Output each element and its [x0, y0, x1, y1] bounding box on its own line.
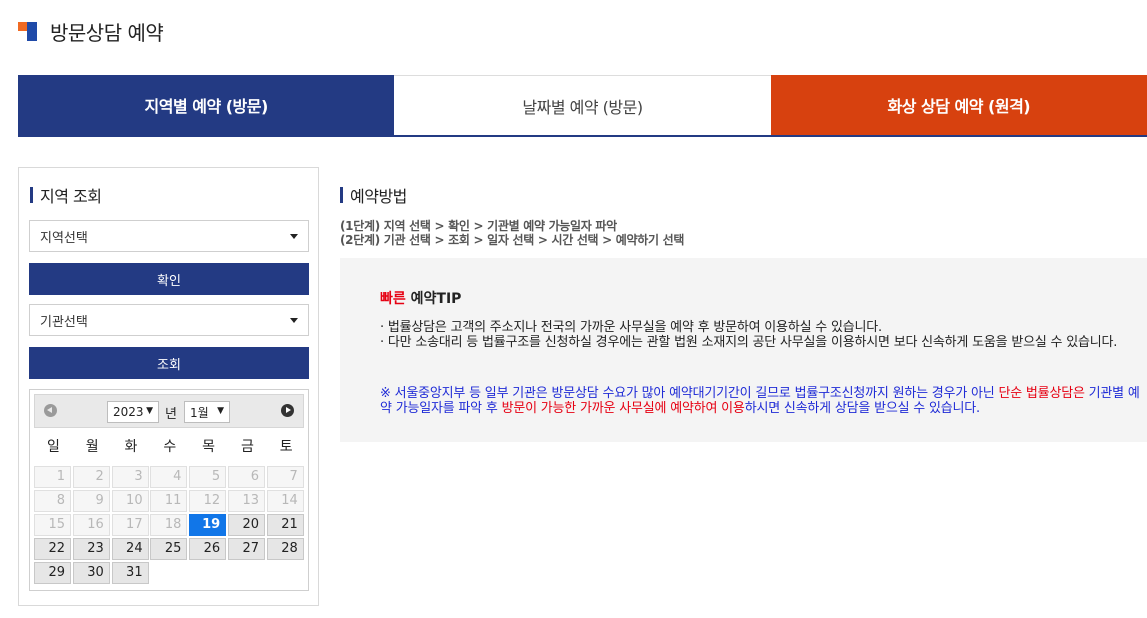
tip-line-2: · 다만 소송대리 등 법률구조를 신청하실 경우에는 관할 법원 소재지의 공… — [380, 335, 1118, 350]
tip-title-rest: 예약TIP — [405, 291, 462, 307]
calendar-day: 7 — [266, 466, 304, 488]
calendar-day: 15 — [34, 514, 71, 536]
reservation-tip-box: 빠른 예약TIP · 법률상담은 고객의 주소지나 전국의 가까운 사무실을 예… — [340, 258, 1147, 442]
calendar-day[interactable]: 21 — [266, 514, 304, 536]
calendar-day: 18 — [150, 514, 188, 536]
calendar-day: 10 — [111, 490, 149, 512]
weekday-label: 화 — [124, 439, 138, 455]
next-month-icon[interactable] — [281, 404, 294, 417]
month-select-value: 1월 — [190, 405, 209, 420]
caret-down-icon — [290, 318, 298, 323]
title-bar-icon — [30, 187, 33, 203]
region-search-panel: 지역 조회 지역선택 확인 기관선택 조회 2023 ▼ 년 1월 ▼ 일 월 … — [18, 167, 319, 606]
calendar-day: 11 — [150, 490, 188, 512]
reservation-tabs: 지역별 예약 (방문) 날짜별 예약 (방문) 화상 상담 예약 (원격) — [18, 75, 1147, 137]
tip-note-part-2: 단순 법률상담은 — [998, 386, 1085, 401]
confirm-button[interactable]: 확인 — [29, 263, 309, 295]
weekday-label: 일 — [46, 439, 60, 455]
region-select[interactable]: 지역선택 — [29, 220, 309, 252]
region-select-value: 지역선택 — [40, 230, 88, 246]
tab-video-remote[interactable]: 화상 상담 예약 (원격) — [770, 75, 1147, 135]
reservation-steps: (1단계) 지역 선택 > 확인 > 기관별 예약 가능일자 파악 (2단계) … — [340, 219, 684, 247]
weekday-label: 토 — [279, 439, 293, 455]
calendar-day[interactable]: 26 — [189, 538, 227, 560]
calendar-day: 16 — [72, 514, 110, 536]
tip-note-part-5: 하시면 신속하게 상담을 받으실 수 있습니다. — [744, 401, 980, 416]
weekday-label: 수 — [163, 439, 177, 455]
agency-select[interactable]: 기관선택 — [29, 304, 309, 336]
agency-select-value: 기관선택 — [40, 314, 88, 330]
calendar-day: 9 — [72, 490, 110, 512]
page-title: 방문상담 예약 — [50, 20, 164, 45]
search-button[interactable]: 조회 — [29, 347, 309, 379]
calendar-days-grid: 1 2 3 4 5 6 7 8 9 10 11 12 13 14 15 16 17 18 19 20 21 22 23 24 2… — [34, 466, 306, 584]
date-picker-calendar: 2023 ▼ 년 1월 ▼ 일 월 화 수 목 금 토 1 2 3 4 5 6 7 8 9 10 1… — [29, 389, 309, 591]
reservation-method-title-text: 예약방법 — [350, 187, 407, 206]
calendar-day[interactable]: 23 — [72, 538, 110, 560]
calendar-day[interactable]: 24 — [111, 538, 149, 560]
month-select[interactable]: 1월 ▼ — [184, 401, 230, 423]
tip-note: ※ 서울중앙지부 등 일부 기관은 방문상담 수요가 많아 예약대기기간이 길므… — [380, 386, 1140, 416]
tip-title: 빠른 예약TIP — [380, 288, 461, 308]
tab-date-visit[interactable]: 날짜별 예약 (방문) — [394, 75, 771, 135]
year-suffix-label: 년 — [165, 407, 177, 422]
region-search-title-text: 지역 조회 — [40, 187, 102, 206]
calendar-day[interactable]: 30 — [72, 562, 110, 584]
calendar-day[interactable]: 27 — [227, 538, 265, 560]
calendar-day: 5 — [189, 466, 227, 488]
weekday-label: 목 — [202, 439, 216, 455]
calendar-day-today[interactable]: 19 — [189, 514, 227, 536]
tab-region-visit[interactable]: 지역별 예약 (방문) — [18, 75, 395, 135]
weekday-label: 금 — [240, 439, 254, 455]
calendar-day: 17 — [111, 514, 149, 536]
calendar-day: 12 — [189, 490, 227, 512]
chevron-down-icon: ▼ — [217, 406, 224, 416]
calendar-day[interactable]: 29 — [34, 562, 71, 584]
year-select[interactable]: 2023 ▼ — [107, 401, 159, 423]
calendar-day[interactable]: 25 — [150, 538, 188, 560]
tip-title-highlight: 빠른 — [380, 291, 406, 307]
tip-note-part-4: 방문이 가능한 가까운 사무실에 예약하여 이용 — [501, 401, 745, 416]
tip-note-part-1: ※ 서울중앙지부 등 일부 기관은 방문상담 수요가 많아 예약대기기간이 길므… — [380, 386, 999, 401]
calendar-day: 3 — [111, 466, 149, 488]
calendar-day: 4 — [150, 466, 188, 488]
calendar-day: 1 — [34, 466, 71, 488]
calendar-day: 6 — [227, 466, 265, 488]
weekday-header: 일 월 화 수 목 금 토 — [34, 436, 306, 456]
reservation-method-title: 예약방법 — [340, 183, 407, 207]
calendar-day: 13 — [227, 490, 265, 512]
chevron-down-icon: ▼ — [146, 406, 153, 416]
calendar-header: 2023 ▼ 년 1월 ▼ — [34, 394, 304, 428]
step-2-text: (2단계) 기관 선택 > 조회 > 일자 선택 > 시간 선택 > 예약하기 … — [340, 233, 685, 247]
year-select-value: 2023 — [113, 405, 144, 419]
calendar-day: 2 — [72, 466, 110, 488]
calendar-day[interactable]: 31 — [111, 562, 149, 584]
caret-down-icon — [290, 234, 298, 239]
calendar-day[interactable]: 22 — [34, 538, 71, 560]
calendar-day[interactable]: 20 — [227, 514, 265, 536]
title-mark-icon — [18, 20, 38, 42]
calendar-day: 14 — [266, 490, 304, 512]
step-1-text: (1단계) 지역 선택 > 확인 > 기관별 예약 가능일자 파악 — [340, 219, 617, 233]
calendar-day: 8 — [34, 490, 71, 512]
calendar-day[interactable]: 28 — [266, 538, 304, 560]
title-bar-icon — [340, 187, 343, 203]
weekday-label: 월 — [85, 439, 99, 455]
prev-month-icon[interactable] — [44, 404, 57, 417]
page-header: 방문상담 예약 — [18, 18, 164, 45]
region-search-title: 지역 조회 — [30, 183, 102, 207]
tip-body: · 법률상담은 고객의 주소지나 전국의 가까운 사무실을 예약 후 방문하여 … — [380, 320, 1140, 350]
tip-line-1: · 법률상담은 고객의 주소지나 전국의 가까운 사무실을 예약 후 방문하여 … — [380, 320, 882, 335]
